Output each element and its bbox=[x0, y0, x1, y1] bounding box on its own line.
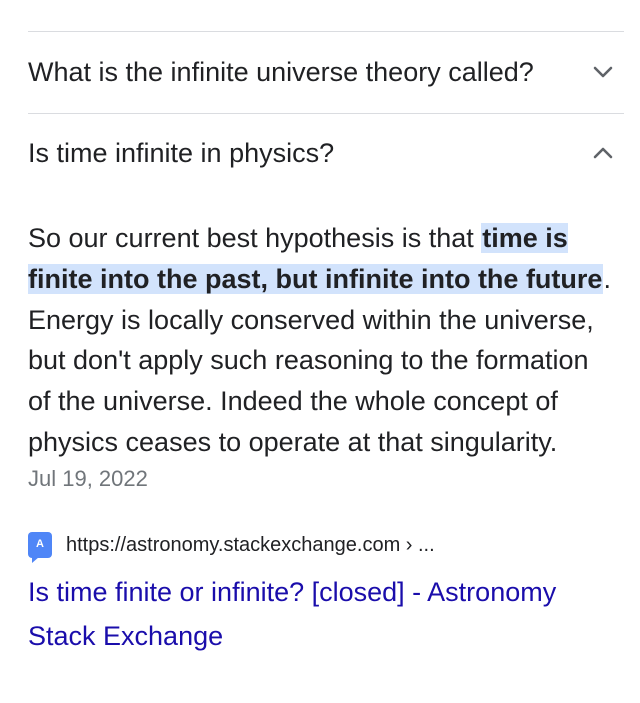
stackexchange-favicon-icon: A bbox=[28, 532, 52, 563]
divider-top bbox=[28, 31, 624, 32]
chevron-down-icon[interactable] bbox=[586, 55, 620, 89]
source-url[interactable]: https://astronomy.stackexchange.com › ..… bbox=[66, 532, 435, 558]
favicon-letter: A bbox=[36, 537, 44, 550]
faq-question-text: Is time infinite in physics? bbox=[28, 138, 335, 168]
divider-middle bbox=[28, 113, 624, 114]
source-row[interactable]: A https://astronomy.stackexchange.com › … bbox=[28, 532, 435, 563]
faq-question-time-infinite[interactable]: Is time infinite in physics? bbox=[28, 136, 624, 170]
chevron-up-icon[interactable] bbox=[586, 136, 620, 170]
faq-question-text: What is the infinite universe theory cal… bbox=[28, 57, 534, 87]
answer-date: Jul 19, 2022 bbox=[28, 466, 148, 491]
result-title-link[interactable]: Is time finite or infinite? [closed] - A… bbox=[28, 570, 618, 658]
faq-answer: So our current best hypothesis is that t… bbox=[28, 218, 618, 463]
faq-question-infinite-universe[interactable]: What is the infinite universe theory cal… bbox=[28, 55, 624, 89]
answer-text-pre: So our current best hypothesis is that bbox=[28, 223, 482, 253]
